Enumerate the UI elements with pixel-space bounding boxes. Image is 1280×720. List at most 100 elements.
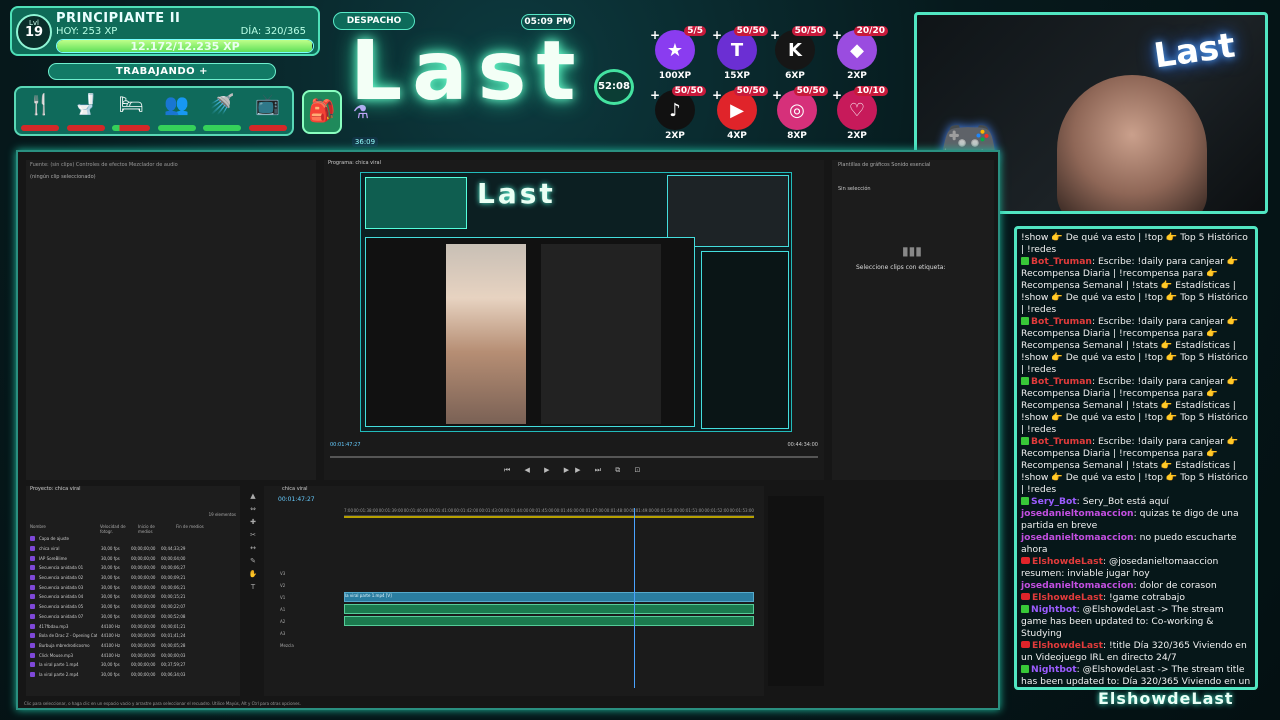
chat-username[interactable]: ElshowdeLast — [1032, 640, 1103, 651]
bed-icon: 🛏 — [118, 92, 144, 116]
timeline-panel[interactable]: chica viral 00:01:47:27 7:00 00:01:38:00 0… — [264, 486, 764, 696]
chat-username[interactable]: ElshowdeLast — [1032, 592, 1103, 603]
project-row[interactable]: Secuencia anidada 03 30,00 fps 00;00;00;00… — [30, 582, 236, 592]
track-headers[interactable]: V3 V2 V1 A1 A2 A3 Mezcla — [280, 568, 294, 652]
preview-comments — [541, 244, 661, 424]
project-list[interactable]: Capa de ajuste chica viral 30,00 fps 00;00;… — [30, 534, 236, 679]
project-row[interactable]: chica viral 30,00 fps 00;00;00;00 00;44;33;… — [30, 544, 236, 554]
track-label[interactable]: A1 — [280, 604, 294, 616]
timeline-ruler[interactable]: 7:00 00:01:38:00 00:01:39:00 00:01:40:00 00:… — [344, 508, 754, 516]
project-row[interactable]: Secuencia anidada 04 30,00 fps 00;00;00;00… — [30, 592, 236, 602]
ruler-tick: 00:01:41:00 — [428, 508, 454, 513]
ruler-tick: 00:01:40:00 — [403, 508, 429, 513]
need-slot: 👥 — [156, 91, 199, 131]
item-fps: 30,00 fps — [101, 613, 120, 619]
project-row[interactable]: Secuencia anidada 05 30,00 fps 00;00;00;00… — [30, 602, 236, 612]
project-row[interactable]: la viral parte 2.mp4 30,00 fps 00;00;00;00… — [30, 670, 236, 680]
source-tabs[interactable]: Fuente: (sin clips) Controles de efectos… — [30, 162, 178, 168]
verified-icon — [1021, 317, 1029, 325]
project-column-header[interactable]: Nombre — [30, 524, 92, 534]
chat-username[interactable]: josedanieltomaaccion — [1021, 532, 1134, 543]
chat-username[interactable]: Nightbot — [1031, 604, 1077, 615]
chat-text: !show 👉 De qué va esto | !top 👉 Top 5 Hi… — [1021, 232, 1248, 255]
track-label[interactable]: A2 — [280, 616, 294, 628]
audio-meters — [768, 496, 824, 686]
chat-username[interactable]: Bot_Truman — [1031, 316, 1092, 327]
label-swatch — [30, 633, 35, 639]
project-row[interactable]: Capa de ajuste — [30, 534, 236, 544]
chat-username[interactable]: Bot_Truman — [1031, 436, 1092, 447]
track-label[interactable]: V3 — [280, 568, 294, 580]
need-slot: 🛏 — [110, 91, 153, 131]
work-area-bar[interactable] — [344, 516, 754, 518]
project-panel[interactable]: Proyecto: chica viral 19 elementos Nombr… — [26, 486, 240, 696]
item-name: Secuencia anidada 05 — [39, 604, 84, 610]
track-label[interactable]: V1 — [280, 592, 294, 604]
project-column-header[interactable]: Inicio de medios — [138, 524, 168, 534]
chat-message: Bot_Truman: Escribe: !daily para canjear… — [1021, 316, 1251, 376]
brand-name: ElshowdeLast — [1098, 689, 1234, 708]
project-row[interactable]: Burbuja mbredrodicosmo 44100 Hz 00;00;00;0… — [30, 641, 236, 651]
chat-username[interactable]: Sery_Bot — [1031, 496, 1077, 507]
program-monitor[interactable]: Programa: chica viral Last 00:01:47:27 0… — [324, 160, 824, 480]
item-name: Capa de ajuste — [39, 536, 69, 542]
project-row[interactable]: 417fbdau.mp3 44100 Hz 00;00;00;00 00;00;01;… — [30, 621, 236, 631]
chat-message: Bot_Truman: Escribe: !daily para canjear… — [1021, 436, 1251, 496]
project-row[interactable]: Secuencia anidada 01 30,00 fps 00;00;00;00… — [30, 563, 236, 573]
chat-message: ElshowdeLast: !title Día 320/365 Viviend… — [1021, 640, 1251, 664]
item-dur: 00;00;15;21 — [161, 594, 186, 600]
project-column-header[interactable]: Fin de medios — [176, 524, 206, 534]
transport-controls[interactable]: ⏮ ◀ ▶ ▶▶ ⏭ ⧉ ⊡ — [504, 466, 646, 475]
essential-tabs[interactable]: Plantillas de gráficos Sonido esencial — [838, 162, 930, 168]
track-label[interactable]: Mezcla — [280, 640, 294, 652]
plus-icon: + — [770, 28, 781, 42]
item-name: la viral parte 2.mp4 — [39, 671, 79, 677]
track-label[interactable]: V2 — [280, 580, 294, 592]
goal-count: 50/50 — [733, 26, 768, 36]
project-row[interactable]: Secuencia anidada 02 30,00 fps 00;00;00;00… — [30, 573, 236, 583]
item-name: Bola de Drac Z - Opening Cat — [39, 633, 97, 639]
item-in: 00;00;00;00 — [131, 623, 156, 629]
chat-username[interactable]: Bot_Truman — [1031, 376, 1092, 387]
tools-palette[interactable]: ▲ ⇔ ✚ ✂ ↔ ✎ ✋ T — [246, 490, 260, 690]
social-goal: + ★ 5/5 100XP — [650, 26, 706, 81]
video-track-v1[interactable]: la viral parte 1.mp4 [V] — [344, 592, 754, 602]
ruler-tick: 00:01:39:00 — [378, 508, 404, 513]
item-in: 00;00;00;00 — [131, 594, 156, 600]
social-goal: + K 50/50 6XP — [770, 26, 826, 81]
status-text: TRABAJANDO — [115, 66, 196, 77]
loyalty-icon: ♡ — [837, 90, 877, 130]
social-icon: 👥 — [164, 92, 190, 116]
chat-message: ElshowdeLast: @josedanieltomaaccion resu… — [1021, 556, 1251, 580]
goal-xp: 4XP — [727, 131, 747, 141]
chat-username[interactable]: Nightbot — [1031, 664, 1077, 675]
audio-track-a1[interactable] — [344, 604, 754, 614]
project-row[interactable]: Bola de Drac Z - Opening Cat 44100 Hz 00;0… — [30, 631, 236, 641]
item-name: Secuencia anidada 07 — [39, 613, 84, 619]
chat-username[interactable]: josedanieltomaaccion — [1021, 508, 1134, 519]
source-panel[interactable]: Fuente: (sin clips) Controles de efectos… — [26, 160, 316, 480]
project-row[interactable]: IAP SoreBlime 30,00 fps 00;00;00;00 00;00;0… — [30, 553, 236, 563]
level-card: Lvl 19 PRINCIPIANTE II HOY: 253 XP DÍA: … — [10, 6, 320, 56]
project-row[interactable]: la viral parte 1.mp4 30,00 fps 00;00;00;00… — [30, 660, 236, 670]
program-scrubber[interactable] — [330, 456, 818, 458]
essential-sound-panel[interactable]: Plantillas de gráficos Sonido esencial S… — [832, 160, 994, 480]
rank-title: PRINCIPIANTE II — [56, 11, 181, 26]
track-label[interactable]: A3 — [280, 628, 294, 640]
audio-track-a2[interactable] — [344, 616, 754, 626]
chat-username[interactable]: ElshowdeLast — [1032, 556, 1103, 567]
item-dur: 00;00;06;21 — [161, 584, 186, 590]
chat-text: dolor de corason — [1139, 580, 1217, 591]
chat-username[interactable]: Bot_Truman — [1031, 256, 1092, 267]
project-column-header[interactable]: Velocidad de fotogr. — [100, 524, 130, 534]
chat-username[interactable]: josedanieltomaaccion — [1021, 580, 1134, 591]
item-dur: 00;06;34;03 — [161, 671, 186, 677]
preview-hud — [365, 177, 467, 229]
project-row[interactable]: Secuencia anidada 07 30,00 fps 00;00;00;00… — [30, 612, 236, 622]
playhead[interactable] — [634, 508, 635, 688]
xp-progress-bar: 12.172/12.235 XP — [56, 39, 314, 53]
project-row[interactable]: Click Mouse.mp3 44100 Hz 00;00;00;00 00;00;… — [30, 650, 236, 660]
item-name: Burbuja mbredrodicosmo — [39, 642, 90, 648]
need-bar — [66, 125, 105, 131]
item-in: 00;00;00;00 — [131, 671, 156, 677]
